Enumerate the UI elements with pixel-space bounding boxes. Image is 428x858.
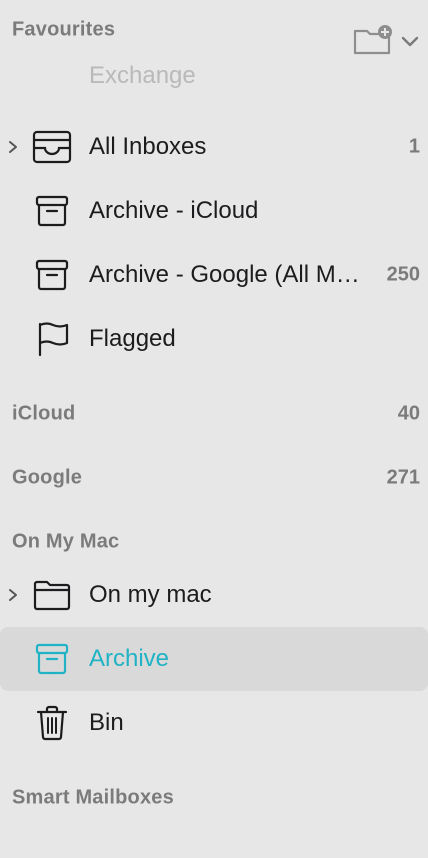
section-title-smart-mailboxes: Smart Mailboxes: [12, 786, 174, 809]
chevron-down-icon[interactable]: [401, 36, 419, 47]
section-title-favourites: Favourites: [12, 18, 116, 41]
mailbox-on-my-mac[interactable]: On my mac: [0, 563, 428, 627]
section-title-on-my-mac: On My Mac: [12, 530, 120, 553]
mailbox-label: Flagged: [89, 325, 176, 352]
mailbox-label: Archive - Google (All Mail): [89, 261, 361, 288]
unread-count: 1: [408, 135, 420, 158]
mailbox-label: Archive - iCloud: [89, 197, 259, 224]
disclosure-chevron-icon[interactable]: [6, 140, 20, 154]
disclosure-chevron-icon[interactable]: [6, 588, 20, 602]
section-count-google: 271: [386, 466, 420, 489]
section-header-smart-mailboxes[interactable]: Smart Mailboxes: [0, 776, 428, 820]
section-header-google[interactable]: Google 271: [0, 456, 428, 500]
section-title-google: Google: [12, 466, 83, 489]
section-title-icloud: iCloud: [12, 402, 76, 425]
archive-box-icon: [31, 190, 73, 232]
trash-icon: [31, 702, 73, 744]
section-header-favourites[interactable]: Favourites: [0, 8, 428, 55]
mailbox-all-inboxes[interactable]: All Inboxes 1: [0, 115, 428, 179]
mailbox-archive-google[interactable]: Archive - Google (All Mail) 250: [0, 243, 428, 307]
section-count-icloud: 40: [397, 402, 420, 425]
mailbox-label: On my mac: [89, 581, 212, 608]
inbox-tray-icon: [31, 126, 73, 168]
mailbox-flagged[interactable]: Flagged: [0, 307, 428, 371]
mailbox-archive[interactable]: Archive: [0, 627, 428, 691]
mailbox-label: Bin: [89, 709, 124, 736]
mailbox-label: Archive: [89, 645, 170, 672]
mailbox-bin[interactable]: Bin: [0, 691, 428, 755]
archive-box-icon: [31, 638, 73, 680]
mailbox-archive-icloud[interactable]: Archive - iCloud: [0, 179, 428, 243]
folder-icon: [31, 574, 73, 616]
archive-box-icon: [31, 254, 73, 296]
exchange-subheader: Exchange: [89, 62, 196, 89]
mailbox-label: All Inboxes: [89, 133, 207, 160]
section-header-on-my-mac[interactable]: On My Mac: [0, 520, 428, 564]
favourites-actions: [352, 22, 422, 58]
unread-count: 250: [386, 263, 420, 286]
section-header-icloud[interactable]: iCloud 40: [0, 392, 428, 436]
flag-icon: [31, 318, 73, 360]
new-folder-icon[interactable]: [353, 25, 392, 55]
